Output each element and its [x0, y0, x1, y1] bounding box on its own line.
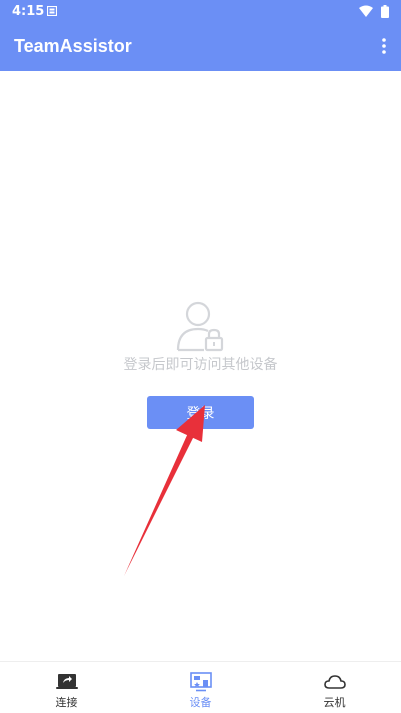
cloud-icon	[323, 675, 346, 689]
nav-item-devices[interactable]: 设备	[134, 662, 267, 713]
notification-icon	[47, 6, 57, 16]
status-time: 4:15	[12, 4, 45, 19]
app-title: TeamAssistor	[14, 36, 132, 56]
login-button[interactable]: 登录	[147, 396, 254, 429]
battery-icon	[381, 5, 389, 18]
nav-label-devices: 设备	[189, 696, 212, 709]
more-vert-icon[interactable]	[381, 38, 387, 54]
nav-item-cloud[interactable]: 云机	[268, 662, 401, 713]
nav-label-cloud: 云机	[323, 696, 346, 709]
user-lock-icon	[176, 301, 224, 352]
nav-label-connect: 连接	[55, 696, 78, 709]
main-content: 登录后即可访问其他设备 登录	[0, 71, 401, 661]
login-hint: 登录后即可访问其他设备	[123, 357, 278, 373]
nav-item-connect[interactable]: 连接	[0, 662, 133, 713]
screen-share-icon	[55, 674, 78, 689]
devices-icon	[189, 672, 212, 692]
bottom-nav: 连接 设备 云机	[0, 661, 401, 713]
status-bar: 4:15	[0, 0, 401, 24]
wifi-icon	[359, 5, 373, 17]
app-bar: TeamAssistor	[0, 24, 401, 71]
